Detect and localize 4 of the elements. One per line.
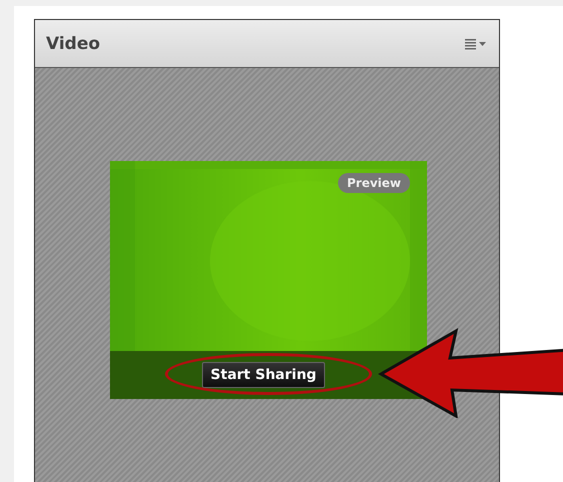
panel-title: Video — [46, 34, 100, 54]
preview-badge: Preview — [338, 173, 410, 193]
menu-icon[interactable] — [465, 38, 487, 50]
start-sharing-button[interactable]: Start Sharing — [202, 362, 326, 388]
